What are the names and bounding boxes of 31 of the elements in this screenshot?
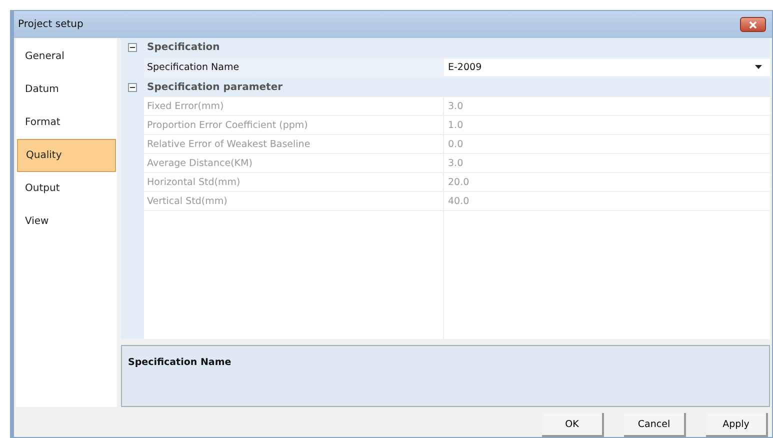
- sidebar-item[interactable]: Quality: [17, 139, 116, 172]
- dialog-button[interactable]: Apply: [706, 413, 768, 437]
- property-value: 3.0: [447, 156, 464, 170]
- collapse-icon[interactable]: [128, 43, 137, 52]
- sidebar-item[interactable]: Datum: [16, 73, 117, 106]
- category-label: Specification: [146, 42, 220, 53]
- category-label: Specification parameter: [146, 82, 283, 93]
- property-name: Relative Error of Weakest Baseline: [144, 135, 444, 153]
- window-title: Project setup: [18, 19, 84, 30]
- sidebar-item[interactable]: View: [16, 205, 117, 238]
- property-name: Proportion Error Coefficient (ppm): [144, 116, 444, 134]
- property-value: 0.0: [447, 138, 464, 152]
- property-value: 20.0: [447, 176, 470, 190]
- property-name: Average Distance(KM): [144, 154, 444, 172]
- description-title: Specification Name: [128, 357, 232, 368]
- sidebar-item[interactable]: Format: [16, 106, 117, 139]
- property-value: 40.0: [447, 194, 470, 208]
- close-button[interactable]: [740, 17, 766, 32]
- dialog-button[interactable]: Cancel: [624, 413, 686, 437]
- dialog-button[interactable]: OK: [542, 413, 604, 437]
- collapse-icon[interactable]: [128, 83, 137, 92]
- property-value: 1.0: [447, 118, 464, 132]
- property-value: 3.0: [447, 100, 464, 114]
- sidebar-item[interactable]: Output: [16, 172, 117, 205]
- sidebar-item[interactable]: General: [16, 40, 117, 73]
- close-icon: [748, 20, 758, 28]
- property-name: Horizontal Std(mm): [144, 173, 444, 191]
- property-name: Vertical Std(mm): [144, 192, 444, 210]
- dropdown-field[interactable]: E-2009: [444, 59, 770, 76]
- dropdown-arrow-icon: [755, 65, 762, 70]
- property-name: Fixed Error(mm): [144, 97, 444, 115]
